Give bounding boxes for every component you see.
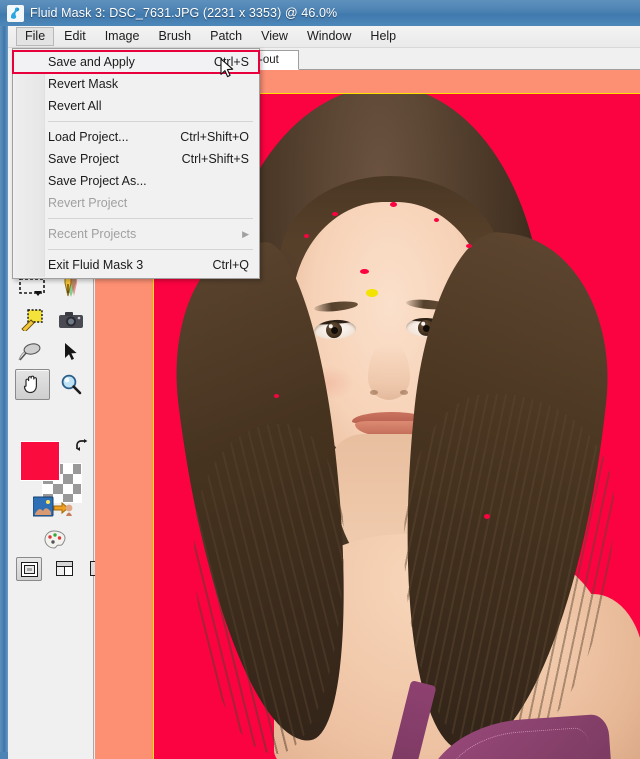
menu-window[interactable]: Window [298,27,360,46]
menu-separator [48,121,253,122]
menu-item-save-project-as[interactable]: Save Project As... [13,170,259,192]
menu-brush[interactable]: Brush [149,27,200,46]
menu-item-label: Recent Projects [48,227,137,241]
menu-item-recent-projects: Recent Projects ▶ [13,223,259,245]
magic-wand-tool[interactable] [12,304,51,336]
menu-item-label: Save Project As... [48,174,147,188]
menu-item-label: Load Project... [48,130,129,144]
menu-separator [48,218,253,219]
menu-bar: File Edit Image Brush Patch View Window … [8,26,640,48]
blender-brush-icon [18,341,46,363]
tool-row [12,304,90,336]
menu-image[interactable]: Image [96,27,149,46]
color-palette-icon[interactable] [44,530,66,550]
pen-icon [60,277,82,299]
tool-grid [12,272,90,400]
menu-item-exit[interactable]: Exit Fluid Mask 3 Ctrl+Q [13,254,259,276]
window-border-left [0,26,8,759]
menu-item-revert-project: Revert Project [13,192,259,214]
menu-file[interactable]: File [16,27,55,46]
magic-wand-icon [20,309,44,333]
nostril-right [400,390,408,395]
tool-row [12,368,90,400]
mask-fleck [434,218,439,222]
pointer-tool[interactable] [51,336,90,368]
menu-item-label: Revert All [48,99,102,113]
menu-item-save-and-apply[interactable]: Save and Apply Ctrl+S [12,50,260,74]
mask-fleck [360,269,369,274]
menu-view[interactable]: View [252,27,297,46]
transfer-image-icon[interactable] [32,496,73,522]
pointer-arrow-icon [64,342,78,362]
hand-icon [21,373,43,395]
menu-item-label: Revert Mask [48,77,119,91]
title-bar: Fluid Mask 3: DSC_7631.JPG (2231 x 3353)… [0,0,640,26]
swap-colors-icon[interactable] [74,438,90,454]
menu-item-label: Save and Apply [48,55,135,69]
menu-separator [48,249,253,250]
view-mode-single[interactable] [16,557,42,581]
menu-item-save-project[interactable]: Save Project Ctrl+Shift+S [13,148,259,170]
menu-item-accelerator: Ctrl+Shift+O [180,130,249,144]
hand-pan-tool[interactable] [12,368,51,400]
fluid-mask-logo-icon [7,4,24,22]
window-title: Fluid Mask 3: DSC_7631.JPG (2231 x 3353)… [30,6,338,20]
menu-item-accelerator: Ctrl+Shift+S [181,152,249,166]
submenu-chevron-right-icon: ▶ [242,228,249,239]
mask-fleck [390,202,397,207]
menu-item-revert-all[interactable]: Revert All [13,95,259,117]
marquee-select-icon [18,278,45,298]
tool-row [12,336,90,368]
menu-item-load-project[interactable]: Load Project... Ctrl+Shift+O [13,126,259,148]
menu-patch[interactable]: Patch [201,27,251,46]
menu-item-revert-mask[interactable]: Revert Mask [13,73,259,95]
application-window: Fluid Mask 3: DSC_7631.JPG (2231 x 3353)… [0,0,640,759]
mask-fleck [484,514,490,519]
menu-item-label: Revert Project [48,196,128,210]
magnifier-icon [60,373,82,395]
file-dropdown-menu: Save and Apply Ctrl+S Revert Mask Revert… [12,48,260,279]
zoom-magnifier-tool[interactable] [51,368,90,400]
menu-item-accelerator: Ctrl+Q [212,258,249,272]
view-mode-horizontal-split[interactable] [52,557,76,579]
color-swatches [20,439,88,503]
menu-item-accelerator: Ctrl+S [213,55,249,69]
mask-fleck [274,394,279,398]
camera-tool[interactable] [51,304,90,336]
blender-brush-tool[interactable] [12,336,51,368]
camera-icon [58,310,84,330]
menu-item-label: Exit Fluid Mask 3 [48,258,144,272]
mask-fleck [332,212,338,216]
window-border-corner [0,752,8,759]
menu-help[interactable]: Help [361,27,405,46]
foreground-color-swatch[interactable] [20,441,60,481]
mask-fleck [304,234,309,238]
menu-edit[interactable]: Edit [55,27,95,46]
nostril-left [370,390,378,395]
menu-item-label: Save Project [48,152,119,166]
mask-fleck [466,244,472,248]
mask-edge-highlight-dot [366,289,378,297]
